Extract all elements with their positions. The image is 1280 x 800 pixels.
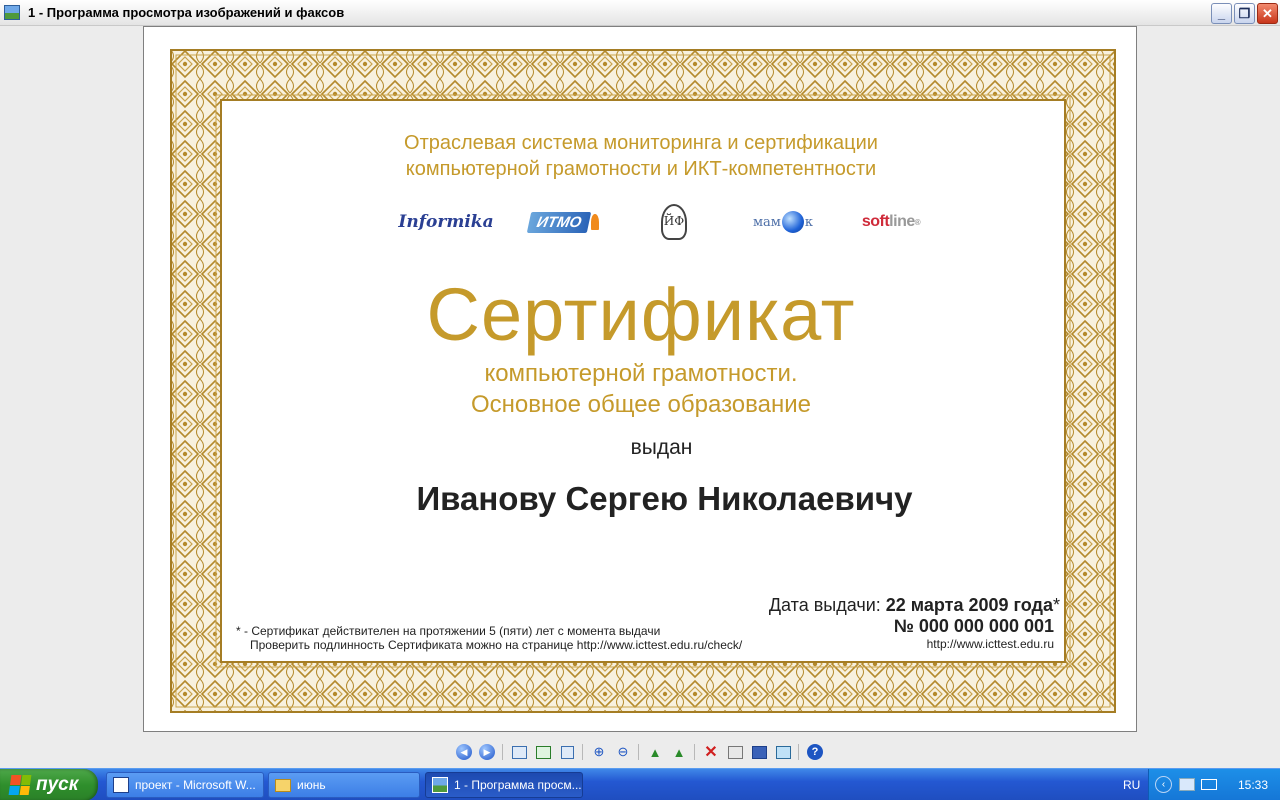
previous-image-button[interactable]: ◀ bbox=[454, 742, 474, 762]
toolbar-separator bbox=[502, 744, 503, 760]
minimize-button[interactable]: _ bbox=[1211, 3, 1232, 24]
holder-name: Иванову Сергею Николаевичу bbox=[416, 480, 913, 517]
toolbar-separator bbox=[638, 744, 639, 760]
language-indicator[interactable]: RU bbox=[1123, 778, 1140, 792]
organization-line-1: Отраслевая система мониторинга и сертифи… bbox=[404, 132, 878, 154]
footnote: * - Сертификат действителен на протяжени… bbox=[236, 624, 742, 652]
footnote-check: Проверить подлинность Сертификата можно … bbox=[250, 638, 743, 652]
delete-icon: ✕ bbox=[704, 744, 718, 761]
mail-icon[interactable] bbox=[1201, 779, 1217, 790]
help-button[interactable]: ? bbox=[805, 742, 825, 762]
help-icon: ? bbox=[807, 744, 823, 760]
certificate-subtitle-1: компьютерной грамотности. bbox=[484, 360, 798, 387]
itmo-logo: ИТМО bbox=[526, 202, 599, 242]
certificate-image: Отраслевая система мониторинга и сертифи… bbox=[143, 26, 1137, 732]
print-icon bbox=[727, 745, 743, 759]
softline-logo: soft line ® bbox=[861, 213, 921, 230]
rotate-clockwise-button[interactable]: ▲ bbox=[645, 742, 665, 762]
print-button[interactable] bbox=[725, 742, 745, 762]
informika-logo: Informika bbox=[398, 212, 494, 232]
system-tray: RU ‹ 15:33 bbox=[1123, 769, 1280, 800]
start-label: пуск bbox=[36, 774, 79, 795]
image-viewer-area: Отраслевая система мониторинга и сертифи… bbox=[0, 26, 1280, 738]
emblem-logo: ЙФ bbox=[656, 202, 692, 242]
delete-button[interactable]: ✕ bbox=[701, 742, 721, 762]
zoom-out-button[interactable]: ⊖ bbox=[613, 742, 633, 762]
task-image-viewer[interactable]: 1 - Программа просм... bbox=[425, 772, 583, 798]
zoom-in-button[interactable]: ⊕ bbox=[589, 742, 609, 762]
globe-icon bbox=[781, 211, 804, 233]
task-label: июнь bbox=[297, 778, 326, 792]
next-icon: ▶ bbox=[479, 744, 495, 760]
best-fit-button[interactable] bbox=[509, 742, 529, 762]
asterisk-mark: * bbox=[1052, 595, 1060, 615]
partner-logos: Informika ИТМО ЙФ мам к soft line ® bbox=[144, 202, 1136, 252]
folder-icon bbox=[275, 778, 291, 792]
footnote-validity: * - Сертификат действителен на протяжени… bbox=[236, 624, 661, 638]
show-hidden-icons-button[interactable]: ‹ bbox=[1155, 776, 1172, 793]
zoom-in-icon: ⊕ bbox=[593, 744, 605, 759]
task-word[interactable]: проект - Microsoft W... bbox=[106, 772, 264, 798]
window-title: 1 - Программа просмотра изображений и фа… bbox=[28, 5, 345, 20]
close-button[interactable]: ✕ bbox=[1257, 3, 1278, 24]
organization-line-2: компьютерной грамотности и ИКТ-компетент… bbox=[405, 158, 877, 180]
next-image-button[interactable]: ▶ bbox=[477, 742, 497, 762]
best-fit-icon bbox=[511, 745, 527, 759]
mamont-logo: мам к bbox=[748, 202, 818, 242]
task-folder[interactable]: июнь bbox=[268, 772, 420, 798]
certificate-title: Сертификат bbox=[426, 273, 856, 356]
rotate-ccw-icon: ▲ bbox=[672, 744, 686, 760]
issue-date-value: 22 марта 2009 года bbox=[885, 595, 1053, 615]
slideshow-button[interactable] bbox=[557, 742, 577, 762]
image-viewer-icon bbox=[432, 777, 448, 793]
save-button[interactable] bbox=[749, 742, 769, 762]
prev-icon: ◀ bbox=[456, 744, 472, 760]
start-button[interactable]: пуск bbox=[0, 769, 98, 800]
rotate-counterclockwise-button[interactable]: ▲ bbox=[669, 742, 689, 762]
certificate-subtitle-2: Основное общее образование bbox=[470, 391, 811, 418]
actual-size-button[interactable] bbox=[533, 742, 553, 762]
issued-label: выдан bbox=[630, 436, 693, 459]
certificate-url: http://www.icttest.edu.ru bbox=[926, 637, 1054, 651]
toolbar-separator bbox=[798, 744, 799, 760]
zoom-out-icon: ⊖ bbox=[617, 744, 629, 759]
rotate-cw-icon: ▲ bbox=[648, 744, 662, 760]
network-icon[interactable] bbox=[1179, 778, 1195, 791]
windows-flag-icon bbox=[8, 775, 32, 795]
edit-icon bbox=[775, 745, 791, 759]
taskbar: пуск проект - Microsoft W... июнь 1 - Пр… bbox=[0, 768, 1280, 800]
save-icon bbox=[751, 745, 767, 759]
viewer-toolbar: ◀ ▶ ⊕ ⊖ ▲ ▲ ✕ ? bbox=[0, 738, 1280, 768]
edit-image-button[interactable] bbox=[773, 742, 793, 762]
actual-size-icon bbox=[535, 745, 551, 759]
slideshow-icon bbox=[560, 745, 574, 759]
issue-date-label: Дата выдачи: bbox=[768, 595, 881, 615]
title-bar: 1 - Программа просмотра изображений и фа… bbox=[0, 0, 1280, 26]
toolbar-separator bbox=[582, 744, 583, 760]
task-label: 1 - Программа просм... bbox=[454, 778, 582, 792]
task-label: проект - Microsoft W... bbox=[135, 778, 256, 792]
certificate-content: Отраслевая система мониторинга и сертифи… bbox=[144, 27, 1136, 731]
word-document-icon bbox=[113, 777, 129, 793]
toolbar-separator bbox=[694, 744, 695, 760]
certificate-number: № 000 000 000 001 bbox=[893, 616, 1054, 636]
image-viewer-icon bbox=[4, 5, 20, 20]
issue-date: Дата выдачи: 22 марта 2009 года* bbox=[769, 595, 1060, 616]
maximize-button[interactable]: ❐ bbox=[1234, 3, 1255, 24]
clock[interactable]: 15:33 bbox=[1238, 778, 1268, 792]
